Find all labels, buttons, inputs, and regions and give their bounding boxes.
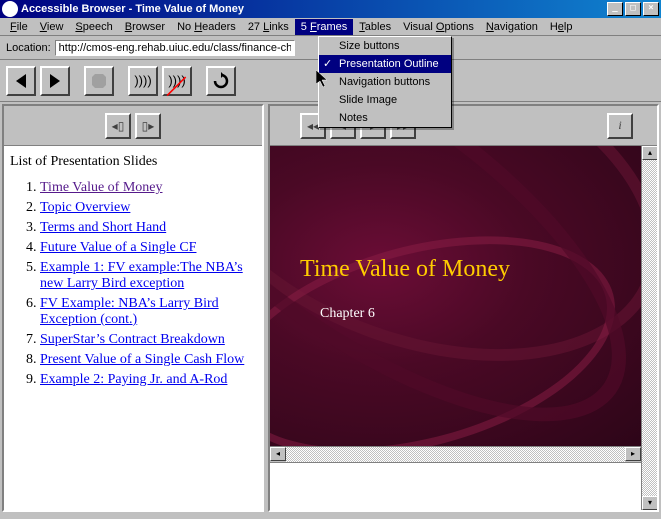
outline-prev-button[interactable]: ◂▯	[105, 113, 131, 139]
slide-list-item: Topic Overview	[40, 200, 256, 216]
location-input[interactable]	[55, 40, 295, 56]
window-controls: _ □ ×	[607, 2, 659, 16]
menu-tables[interactable]: Tables	[353, 19, 397, 35]
sound-icon: ))))	[134, 73, 151, 88]
close-button[interactable]: ×	[643, 2, 659, 16]
slide-link-4[interactable]: Future Value of a Single CF	[40, 240, 196, 255]
slide-list-item: Present Value of a Single Cash Flow	[40, 352, 256, 368]
slide-area: Time Value of Money Chapter 6 ◂ ▸	[270, 146, 641, 510]
slide-list-item: SuperStar’s Contract Breakdown	[40, 332, 256, 348]
forward-button[interactable]	[40, 66, 70, 96]
frames-dropdown: Size buttons✓Presentation OutlineNavigat…	[318, 36, 452, 128]
dropdown-item-navigation-buttons[interactable]: Navigation buttons	[319, 73, 451, 91]
stop-button[interactable]	[84, 66, 114, 96]
stop-icon	[91, 73, 107, 89]
slide-link-5[interactable]: Example 1: FV example:The NBA’s new Larr…	[40, 260, 243, 291]
slide-outline: List of Presentation Slides Time Value o…	[4, 146, 262, 396]
slide-list-item: Terms and Short Hand	[40, 220, 256, 236]
menu-browser[interactable]: Browser	[119, 19, 171, 35]
arrow-left-icon	[12, 72, 30, 90]
slide-link-3[interactable]: Terms and Short Hand	[40, 220, 166, 235]
content-area: ◂▯ ▯▸ List of Presentation Slides Time V…	[0, 102, 661, 514]
scroll-left-button[interactable]: ◂	[270, 447, 286, 461]
minimize-button[interactable]: _	[607, 2, 623, 16]
dropdown-item-notes[interactable]: Notes	[319, 109, 451, 127]
v-scrollbar[interactable]: ▴ ▾	[641, 146, 657, 510]
title-bar: Accessible Browser - Time Value of Money…	[0, 0, 661, 18]
outline-next-button[interactable]: ▯▸	[135, 113, 161, 139]
slide-subtitle: Chapter 6	[320, 306, 375, 322]
menu-5-frames[interactable]: 5 Frames	[295, 19, 353, 35]
menu-27-links[interactable]: 27 Links	[242, 19, 295, 35]
slide-title: Time Value of Money	[300, 256, 510, 283]
outline-title: List of Presentation Slides	[10, 154, 256, 170]
dropdown-item-slide-image[interactable]: Slide Image	[319, 91, 451, 109]
slide-list-item: Example 2: Paying Jr. and A-Rod	[40, 372, 256, 388]
h-scrollbar[interactable]: ◂ ▸	[270, 446, 641, 462]
slide-link-8[interactable]: Present Value of a Single Cash Flow	[40, 352, 244, 367]
slide-link-7[interactable]: SuperStar’s Contract Breakdown	[40, 332, 225, 347]
slide-viewport: Time Value of Money Chapter 6	[270, 146, 641, 446]
window-title: Accessible Browser - Time Value of Money	[21, 3, 607, 15]
scroll-down-button[interactable]: ▾	[642, 496, 657, 510]
speak-button[interactable]: ))))	[128, 66, 158, 96]
slide-list-item: FV Example: NBA’s Larry Bird Exception (…	[40, 296, 256, 328]
dropdown-item-presentation-outline[interactable]: ✓Presentation Outline	[319, 55, 451, 73]
slide-list-item: Example 1: FV example:The NBA’s new Larr…	[40, 260, 256, 292]
mute-icon: ))))／	[168, 73, 185, 88]
maximize-button[interactable]: □	[625, 2, 641, 16]
outline-pane: ◂▯ ▯▸ List of Presentation Slides Time V…	[2, 104, 264, 512]
slide-link-2[interactable]: Topic Overview	[40, 200, 130, 215]
arrow-right-icon	[46, 72, 64, 90]
app-icon	[2, 1, 18, 17]
slide-background	[270, 146, 641, 446]
menu-visual-options[interactable]: Visual Options	[397, 19, 480, 35]
menu-navigation[interactable]: Navigation	[480, 19, 544, 35]
slide-pane: ◂◂ ◂ ▸ ▸▸ i Time Value of Money Chapter …	[268, 104, 659, 512]
slide-link-1[interactable]: Time Value of Money	[40, 180, 163, 195]
slide-link-6[interactable]: FV Example: NBA’s Larry Bird Exception (…	[40, 296, 219, 327]
menu-speech[interactable]: Speech	[69, 19, 118, 35]
outline-toolbar: ◂▯ ▯▸	[4, 106, 262, 146]
scroll-right-button[interactable]: ▸	[625, 447, 641, 461]
scroll-up-button[interactable]: ▴	[642, 146, 657, 160]
menu-view[interactable]: View	[34, 19, 70, 35]
menu-bar: FileViewSpeechBrowserNo Headers27 Links5…	[0, 18, 661, 36]
check-icon: ✓	[323, 57, 332, 70]
reload-icon	[212, 72, 230, 90]
slide-list-item: Future Value of a Single CF	[40, 240, 256, 256]
info-button[interactable]: i	[607, 113, 633, 139]
slide-link-9[interactable]: Example 2: Paying Jr. and A-Rod	[40, 372, 227, 387]
menu-no-headers[interactable]: No Headers	[171, 19, 242, 35]
notes-area	[270, 462, 641, 510]
mute-button[interactable]: ))))／	[162, 66, 192, 96]
reload-button[interactable]	[206, 66, 236, 96]
menu-help[interactable]: Help	[544, 19, 579, 35]
menu-file[interactable]: File	[4, 19, 34, 35]
location-label: Location:	[6, 42, 51, 54]
slide-list-item: Time Value of Money	[40, 180, 256, 196]
back-button[interactable]	[6, 66, 36, 96]
dropdown-item-size-buttons[interactable]: Size buttons	[319, 37, 451, 55]
